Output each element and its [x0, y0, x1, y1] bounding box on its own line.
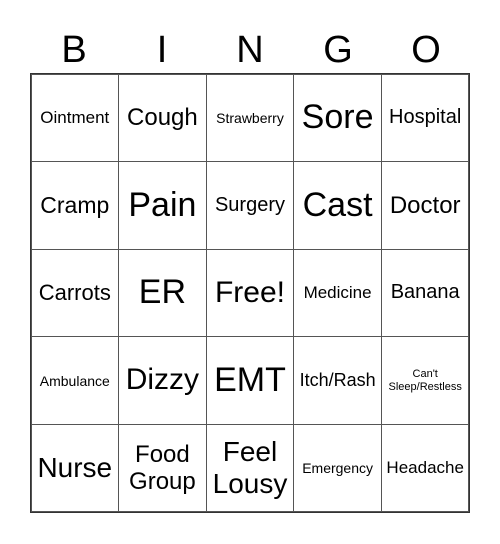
- bingo-cell[interactable]: Ambulance: [30, 336, 120, 425]
- bingo-cell[interactable]: Itch/Rash: [293, 336, 382, 425]
- header-letter-o: O: [411, 29, 441, 71]
- bingo-cell[interactable]: Ointment: [30, 73, 120, 163]
- bingo-cell[interactable]: Cast: [293, 161, 382, 250]
- bingo-cell[interactable]: Dizzy: [118, 336, 207, 425]
- header-letter-b: B: [61, 29, 87, 71]
- bingo-cell[interactable]: Cough: [118, 73, 207, 163]
- bingo-cell[interactable]: Emergency: [293, 423, 382, 513]
- bingo-cell[interactable]: EMT: [205, 336, 295, 425]
- header-letter-g: G: [323, 29, 353, 71]
- bingo-cell[interactable]: Cramp: [30, 161, 120, 250]
- bingo-cell[interactable]: Surgery: [205, 161, 295, 250]
- bingo-cell[interactable]: Strawberry: [205, 73, 295, 163]
- bingo-cell[interactable]: Doctor: [380, 161, 470, 250]
- bingo-cell[interactable]: Medicine: [293, 248, 382, 338]
- bingo-cell[interactable]: ER: [118, 248, 207, 338]
- bingo-grid: Ointment Cough Strawberry Sore Hospital …: [30, 73, 470, 513]
- bingo-header: B I N G O: [30, 26, 470, 74]
- bingo-cell[interactable]: Pain: [118, 161, 207, 250]
- bingo-cell[interactable]: Can't Sleep/Restless: [380, 336, 470, 425]
- free-space-cell[interactable]: Free!: [205, 248, 295, 338]
- header-letter-i: I: [156, 29, 168, 71]
- bingo-cell[interactable]: Banana: [380, 248, 470, 338]
- bingo-cell[interactable]: Carrots: [30, 248, 120, 338]
- bingo-cell[interactable]: Hospital: [380, 73, 470, 163]
- bingo-cell[interactable]: Food Group: [118, 423, 207, 513]
- header-letter-n: N: [236, 29, 264, 71]
- bingo-cell[interactable]: Nurse: [30, 423, 120, 513]
- bingo-cell[interactable]: Feel Lousy: [205, 423, 295, 513]
- bingo-cell[interactable]: Headache: [380, 423, 470, 513]
- bingo-cell[interactable]: Sore: [293, 73, 382, 163]
